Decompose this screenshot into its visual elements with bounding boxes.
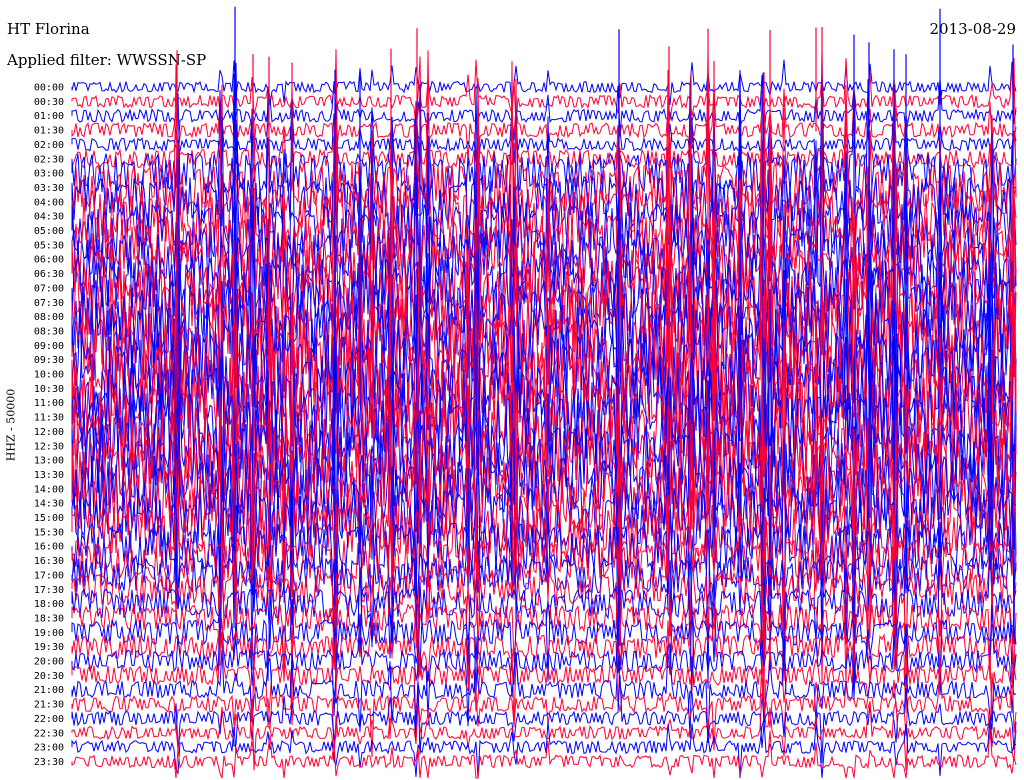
time-tick-label: 15:00 [34,513,64,524]
time-tick-label: 22:30 [34,728,64,739]
time-tick-label: 00:30 [34,97,64,108]
time-tick-label: 20:30 [34,671,64,682]
time-tick-label: 02:30 [34,154,64,165]
time-tick-label: 09:00 [34,341,64,352]
time-tick-label: 16:00 [34,542,64,553]
trace-line [71,715,1017,779]
time-tick-label: 11:00 [34,398,64,409]
time-tick-label: 22:00 [34,714,64,725]
helicorder-plot: 00:00 00:30 01:00 01:30 02:00 02:30 03:00 03:30… [34,6,1017,779]
time-tick-label: 03:00 [34,169,64,180]
time-tick-label: 18:00 [34,599,64,610]
time-tick-label: 09:30 [34,355,64,366]
time-tick-label: 03:30 [34,183,64,194]
time-tick-label: 02:00 [34,140,64,151]
time-tick-label: 10:30 [34,384,64,395]
time-tick-label: 13:00 [34,456,64,467]
time-tick-label: 01:00 [34,111,64,122]
time-tick-label: 07:00 [34,283,64,294]
time-tick-label: 06:00 [34,255,64,266]
seismic-traces [71,6,1017,779]
time-tick-label: 05:30 [34,240,64,251]
time-tick-label: 17:00 [34,570,64,581]
trace-line [71,75,1017,153]
trace-line [71,173,1017,666]
time-tick-label: 18:30 [34,613,64,624]
time-tick-label: 04:00 [34,197,64,208]
time-tick-label: 21:30 [34,700,64,711]
time-tick-label: 14:30 [34,499,64,510]
time-tick-label: 14:00 [34,484,64,495]
time-tick-label: 00:00 [34,83,64,94]
time-tick-label: 20:00 [34,657,64,668]
trace-line [71,58,1017,129]
time-tick-label: 04:30 [34,212,64,223]
time-tick-label: 08:00 [34,312,64,323]
time-tick-label: 13:30 [34,470,64,481]
time-tick-label: 07:30 [34,298,64,309]
time-tick-label: 17:30 [34,585,64,596]
time-tick-label: 19:30 [34,642,64,653]
time-tick-label: 23:30 [34,757,64,768]
time-tick-label: 05:00 [34,226,64,237]
trace-line [71,59,1017,108]
time-tick-label: 01:30 [34,126,64,137]
time-tick-label: 10:00 [34,370,64,381]
trace-line [71,728,1017,779]
time-tick-label: 16:30 [34,556,64,567]
time-tick-label: 06:30 [34,269,64,280]
time-tick-label: 15:30 [34,527,64,538]
time-tick-label: 12:30 [34,441,64,452]
time-tick-label: 19:00 [34,628,64,639]
time-tick-label: 23:00 [34,743,64,754]
time-ticks: 00:00 00:30 01:00 01:30 02:00 02:30 03:00 03:30… [34,83,64,768]
time-tick-label: 21:00 [34,685,64,696]
time-tick-label: 08:30 [34,326,64,337]
time-tick-label: 11:30 [34,413,64,424]
time-tick-label: 12:00 [34,427,64,438]
